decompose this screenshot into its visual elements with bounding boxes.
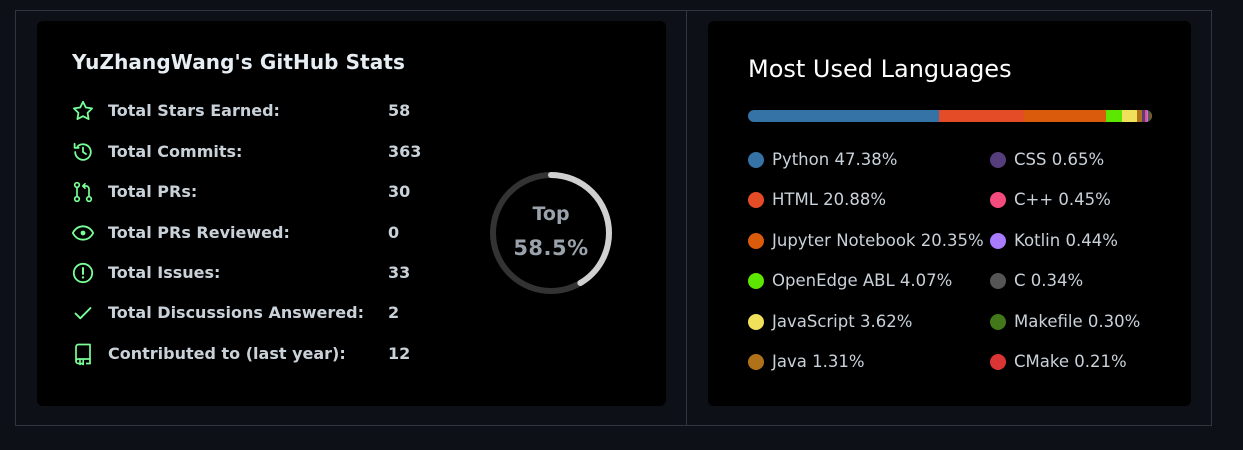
language-bar-segment [1105,110,1123,122]
stat-value: 58 [388,101,411,120]
check-icon [71,301,95,325]
language-percent: 47.38% [834,150,898,169]
stat-row: Total PRs: 30 [71,180,431,204]
language-color-dot [990,354,1006,370]
language-color-dot [748,233,764,249]
language-color-dot [748,273,764,289]
language-label: Jupyter Notebook 20.35% [772,231,984,250]
language-percent: 20.88% [823,190,887,209]
language-color-dot [990,233,1006,249]
language-label: Kotlin 0.44% [1014,231,1118,250]
language-percent: 0.44% [1065,231,1118,250]
language-label: CMake 0.21% [1014,352,1127,371]
language-label: C++ 0.45% [1014,190,1111,209]
language-percent: 0.34% [1030,271,1084,290]
language-percent: 1.31% [812,352,865,371]
stat-value: 33 [388,263,411,282]
stat-value: 2 [388,303,400,322]
language-name: HTML [772,190,818,209]
language-color-dot [748,152,764,168]
language-percent: 3.62% [859,312,913,331]
language-color-dot [990,152,1006,168]
language-name: Makefile [1014,312,1083,331]
stat-row: Total Commits: 363 [71,140,431,164]
languages-title: Most Used Languages [748,55,1012,83]
history-icon [71,140,95,164]
eye-icon [71,221,95,245]
stat-label: Total PRs: [108,182,198,201]
stat-row: Total Discussions Answered: 2 [71,301,431,325]
language-label: Python 47.38% [772,150,897,169]
language-name: JavaScript [772,312,855,331]
pull-request-icon [71,180,95,204]
language-percent: 4.07% [899,271,953,290]
language-bar-segment [1151,110,1152,122]
language-label: HTML 20.88% [772,190,886,209]
stat-value: 0 [388,223,400,242]
language-name: Java [772,352,807,371]
language-name: Python [772,150,830,169]
language-label: OpenEdge ABL 4.07% [772,271,952,290]
stats-title: YuZhangWang's GitHub Stats [72,50,406,74]
stat-value: 12 [388,344,411,363]
language-color-dot [748,354,764,370]
language-label: CSS 0.65% [1014,150,1104,169]
language-name: CMake [1014,352,1069,371]
issue-icon [71,261,95,285]
language-bar-segment [1122,110,1137,122]
cards-divider [686,10,687,426]
repo-icon [71,342,95,366]
stat-label: Total Issues: [108,263,221,282]
language-color-dot [990,273,1006,289]
github-stats-card: YuZhangWang's GitHub Stats Total Stars E… [37,21,666,406]
language-name: Jupyter Notebook [772,231,916,250]
language-color-dot [748,314,764,330]
stat-label: Total Commits: [108,142,243,161]
language-name: C++ [1014,190,1054,209]
stat-value: 30 [388,182,411,201]
language-name: CSS [1014,150,1047,169]
rank-ring [490,172,612,294]
stat-label: Total Discussions Answered: [108,303,364,322]
rank-value: 58.5% [513,236,589,260]
language-color-dot [748,192,764,208]
stat-value: 363 [388,142,422,161]
stat-row: Total Stars Earned: 58 [71,99,431,123]
rank-label: Top [532,203,570,225]
language-name: OpenEdge ABL [772,271,895,290]
stat-label: Contributed to (last year): [108,344,346,363]
language-percent: 20.35% [920,231,984,250]
language-label: Java 1.31% [772,352,865,371]
languages-card: Most Used Languages Python 47.38% HTML 20… [708,21,1191,406]
language-name: C [1014,271,1026,290]
language-label: C 0.34% [1014,271,1083,290]
language-name: Kotlin [1014,231,1061,250]
language-bar-segment [939,110,1024,122]
stat-row: Total Issues: 33 [71,261,431,285]
language-bar-segment [1023,110,1106,122]
language-percent: 0.65% [1051,150,1105,169]
stat-row: Total PRs Reviewed: 0 [71,221,431,245]
language-percent: 0.45% [1058,190,1111,209]
language-percent: 0.21% [1074,352,1127,371]
language-percent: 0.30% [1087,312,1141,331]
stat-label: Total PRs Reviewed: [108,223,290,242]
language-label: Makefile 0.30% [1014,312,1140,331]
language-color-dot [990,192,1006,208]
star-icon [71,99,95,123]
language-bar-segment [748,110,940,122]
stat-label: Total Stars Earned: [108,101,280,120]
language-color-dot [990,314,1006,330]
stat-row: Contributed to (last year): 12 [71,342,431,366]
language-progress-bar [748,110,1152,122]
language-label: JavaScript 3.62% [772,312,912,331]
